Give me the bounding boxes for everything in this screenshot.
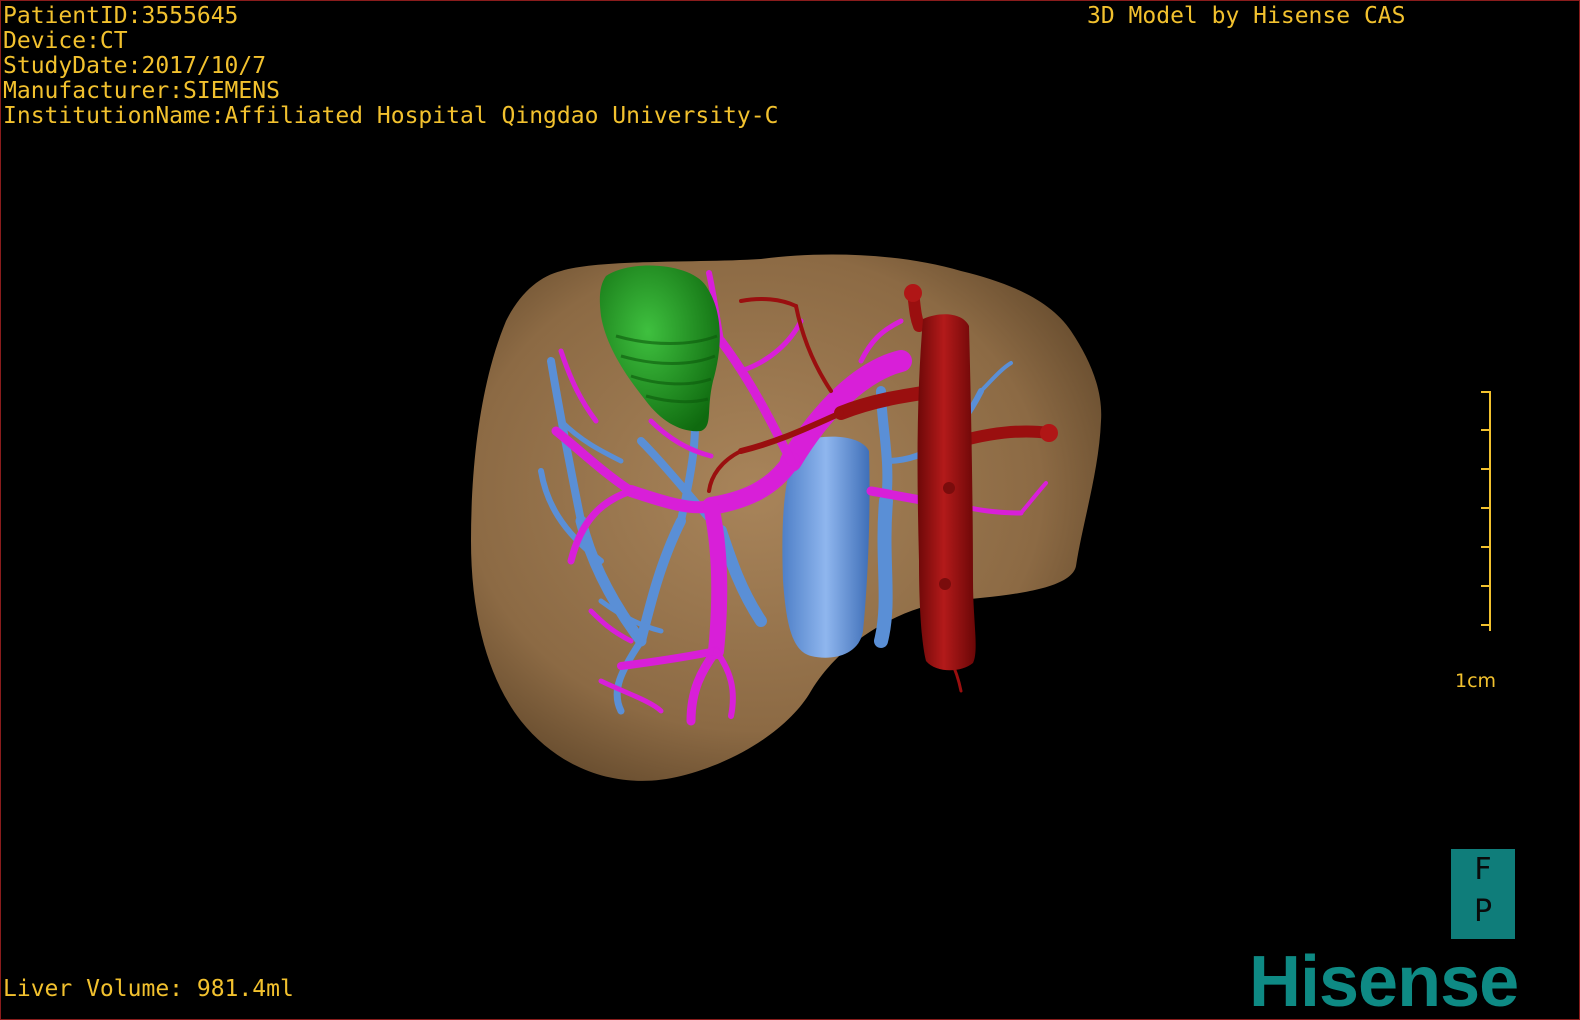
model-credit-label: 3D Model by Hisense CAS — [1087, 3, 1406, 29]
manufacturer-label: Manufacturer:SIEMENS — [3, 78, 280, 104]
patient-id-label: PatientID:3555645 — [3, 3, 239, 29]
liver-volume-label: Liver Volume: 981.4ml — [3, 976, 294, 1002]
3d-viewport[interactable]: PatientID:3555645 Device:CT StudyDate:20… — [0, 0, 1580, 1020]
scale-bar — [1481, 391, 1491, 631]
patient-info: PatientID:3555645 Device:CT StudyDate:20… — [3, 4, 778, 129]
device-label: Device:CT — [3, 28, 128, 54]
scale-label: 1cm — [1455, 670, 1497, 692]
study-date-label: StudyDate:2017/10/7 — [3, 53, 267, 79]
orientation-label-bottom: P — [1473, 894, 1493, 929]
orientation-cube[interactable]: F P — [1451, 849, 1515, 939]
hisense-logo: Hisense — [1249, 942, 1519, 1020]
orientation-label-top: F — [1474, 852, 1492, 887]
institution-label: InstitutionName:Affiliated Hospital Qing… — [3, 103, 779, 129]
liver-3d-model[interactable] — [1, 1, 1579, 1019]
